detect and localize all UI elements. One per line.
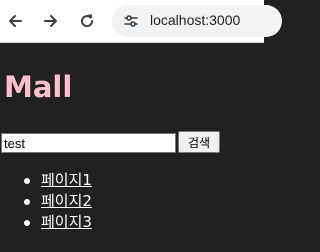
forward-button[interactable] [39,9,63,33]
bullet-icon [24,220,30,226]
search-button[interactable]: 검색 [178,131,220,153]
bullet-icon [24,199,30,205]
page-title: Mall [4,70,73,104]
reload-icon [81,14,94,28]
reload-button[interactable] [75,9,99,33]
browser-toolbar: localhost:3000 [0,0,282,43]
address-bar[interactable]: localhost:3000 [112,5,282,37]
page2-link[interactable]: 페이지2 [41,191,92,212]
arrow-left-icon [9,15,22,27]
page3-link[interactable]: 페이지3 [41,212,92,233]
url-text[interactable]: localhost:3000 [150,12,240,28]
tune-icon [124,15,138,27]
arrow-right-icon [44,15,57,27]
page-content: Mall 검색 페이지1 페이지2 페이지3 [0,43,264,252]
site-info-icon[interactable] [120,10,142,32]
page1-link[interactable]: 페이지1 [41,170,92,191]
bullet-icon [24,178,30,184]
back-button[interactable] [3,9,27,33]
search-input[interactable] [1,133,176,153]
